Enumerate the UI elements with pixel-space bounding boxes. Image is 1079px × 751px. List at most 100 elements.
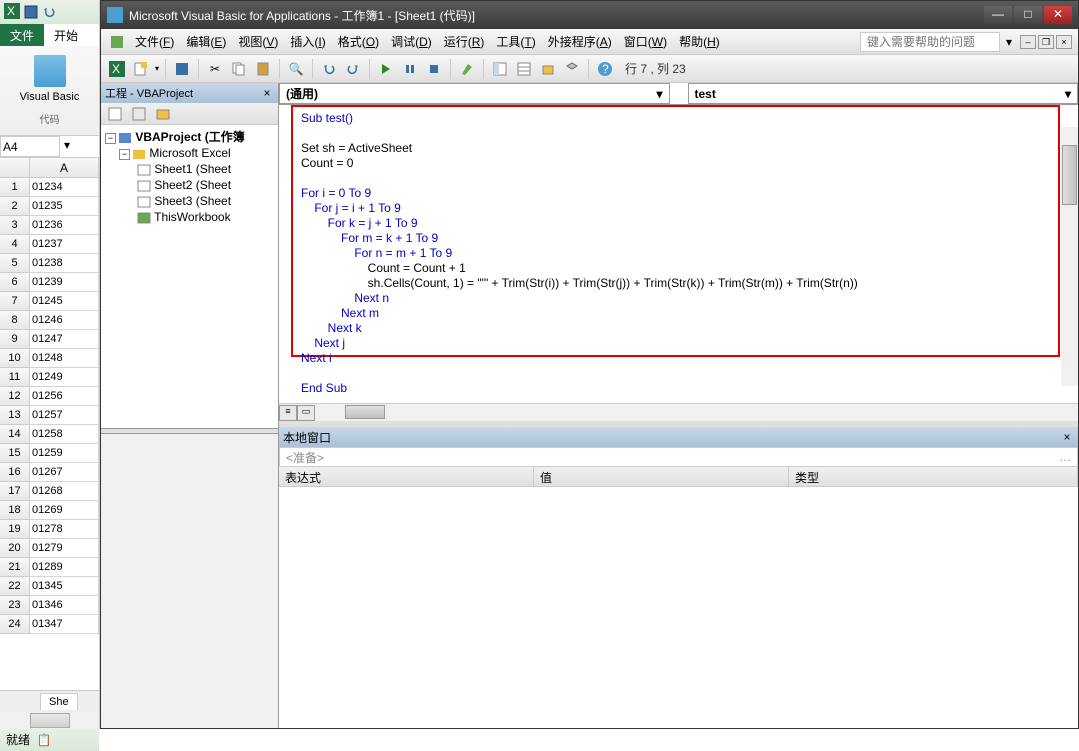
properties-icon[interactable] [514, 59, 534, 79]
view-code-icon[interactable] [105, 104, 125, 124]
object-dropdown[interactable]: (通用)▾ [279, 83, 670, 104]
grid-row[interactable]: 601239 [0, 273, 99, 292]
mdi-close-button[interactable]: × [1056, 35, 1072, 49]
reset-icon[interactable] [424, 59, 444, 79]
locals-titlebar[interactable]: 本地窗口 × [279, 427, 1078, 447]
mdi-minimize-button[interactable]: – [1020, 35, 1036, 49]
tree-item[interactable]: Sheet1 (Sheet [105, 161, 274, 177]
locals-col-value[interactable]: 值 [534, 467, 789, 486]
row-header[interactable]: 12 [0, 387, 30, 406]
vbe-titlebar[interactable]: Microsoft Visual Basic for Applications … [101, 1, 1078, 29]
locals-close-icon[interactable]: × [1060, 430, 1074, 444]
cell[interactable]: 01234 [30, 178, 99, 197]
locals-col-type[interactable]: 类型 [789, 467, 1078, 486]
row-header[interactable]: 15 [0, 444, 30, 463]
row-header[interactable]: 17 [0, 482, 30, 501]
tree-item[interactable]: Sheet3 (Sheet [105, 193, 274, 209]
menu-item[interactable]: 帮助(H) [673, 32, 726, 52]
grid-row[interactable]: 1601267 [0, 463, 99, 482]
toggle-folders-icon[interactable] [153, 104, 173, 124]
grid-row[interactable]: 2201345 [0, 577, 99, 596]
menu-item[interactable]: 文件(F) [129, 32, 180, 52]
tab-start[interactable]: 开始 [44, 24, 88, 46]
grid-row[interactable]: 701245 [0, 292, 99, 311]
cell[interactable]: 01249 [30, 368, 99, 387]
grid-row[interactable]: 2001279 [0, 539, 99, 558]
cut-icon[interactable]: ✂ [205, 59, 225, 79]
cell[interactable]: 01239 [30, 273, 99, 292]
select-all-corner[interactable] [0, 158, 30, 177]
grid-row[interactable]: 1101249 [0, 368, 99, 387]
grid-row[interactable]: 901247 [0, 330, 99, 349]
locals-body[interactable] [279, 487, 1078, 697]
row-header[interactable]: 21 [0, 558, 30, 577]
dropdown-arrow-icon[interactable]: ▾ [155, 64, 159, 73]
grid-row[interactable]: 101234 [0, 178, 99, 197]
help-icon[interactable]: ? [595, 59, 615, 79]
insert-module-icon[interactable] [131, 59, 151, 79]
close-button[interactable]: ✕ [1044, 6, 1072, 24]
row-header[interactable]: 9 [0, 330, 30, 349]
locals-col-expression[interactable]: 表达式 [279, 467, 534, 486]
cell[interactable]: 01269 [30, 501, 99, 520]
cell[interactable]: 01289 [30, 558, 99, 577]
tree-item[interactable]: ThisWorkbook [105, 209, 274, 225]
cell[interactable]: 01345 [30, 577, 99, 596]
menu-item[interactable]: 工具(T) [490, 32, 541, 52]
cell[interactable]: 01346 [30, 596, 99, 615]
grid-row[interactable]: 201235 [0, 197, 99, 216]
grid-row[interactable]: 1401258 [0, 425, 99, 444]
cell[interactable]: 01236 [30, 216, 99, 235]
sheet-tab[interactable]: She [40, 693, 78, 710]
grid-row[interactable]: 1701268 [0, 482, 99, 501]
grid-row[interactable]: 1801269 [0, 501, 99, 520]
grid-row[interactable]: 401237 [0, 235, 99, 254]
cell[interactable]: 01278 [30, 520, 99, 539]
project-explorer-icon[interactable] [490, 59, 510, 79]
row-header[interactable]: 23 [0, 596, 30, 615]
menu-item[interactable]: 插入(I) [284, 32, 331, 52]
name-box[interactable] [0, 136, 60, 157]
grid-row[interactable]: 1201256 [0, 387, 99, 406]
mdi-restore-button[interactable]: ❐ [1038, 35, 1054, 49]
grid-row[interactable]: 1501259 [0, 444, 99, 463]
grid-row[interactable]: 301236 [0, 216, 99, 235]
cell[interactable]: 01268 [30, 482, 99, 501]
procedure-view-toggle[interactable]: ≡ [279, 405, 297, 421]
grid-row[interactable]: 501238 [0, 254, 99, 273]
row-header[interactable]: 14 [0, 425, 30, 444]
save-icon[interactable] [172, 59, 192, 79]
row-header[interactable]: 18 [0, 501, 30, 520]
project-explorer-close-icon[interactable]: × [260, 86, 274, 100]
copy-icon[interactable] [229, 59, 249, 79]
row-header[interactable]: 24 [0, 615, 30, 634]
run-icon[interactable] [376, 59, 396, 79]
code-horizontal-scrollbar[interactable] [315, 405, 1078, 421]
save-icon[interactable] [24, 5, 38, 19]
cell[interactable]: 01246 [30, 311, 99, 330]
undo-icon[interactable] [42, 5, 56, 19]
menu-item[interactable]: 视图(V) [232, 32, 284, 52]
cell[interactable]: 01256 [30, 387, 99, 406]
col-header-a[interactable]: A [30, 158, 99, 177]
tree-folder-excel-objects[interactable]: − Microsoft Excel [105, 145, 274, 161]
cell[interactable]: 01267 [30, 463, 99, 482]
help-search-input[interactable] [860, 32, 1000, 52]
tab-file[interactable]: 文件 [0, 24, 44, 46]
code-text[interactable]: Sub test() Set sh = ActiveSheet Count = … [301, 111, 1050, 396]
object-browser-icon[interactable] [538, 59, 558, 79]
maximize-button[interactable]: □ [1014, 6, 1042, 24]
grid-row[interactable]: 2401347 [0, 615, 99, 634]
grid-row[interactable]: 801246 [0, 311, 99, 330]
grid-row[interactable]: 1901278 [0, 520, 99, 539]
worksheet-grid[interactable]: 1012342012353012364012375012386012397012… [0, 178, 99, 690]
cell[interactable]: 01347 [30, 615, 99, 634]
help-search-dropdown-icon[interactable]: ▾ [1006, 35, 1012, 49]
vbe-system-icon[interactable] [107, 32, 127, 52]
toolbox-icon[interactable] [562, 59, 582, 79]
row-header[interactable]: 8 [0, 311, 30, 330]
cell[interactable]: 01258 [30, 425, 99, 444]
locals-more-icon[interactable]: … [1059, 450, 1071, 464]
cell[interactable]: 01245 [30, 292, 99, 311]
cell[interactable]: 01259 [30, 444, 99, 463]
